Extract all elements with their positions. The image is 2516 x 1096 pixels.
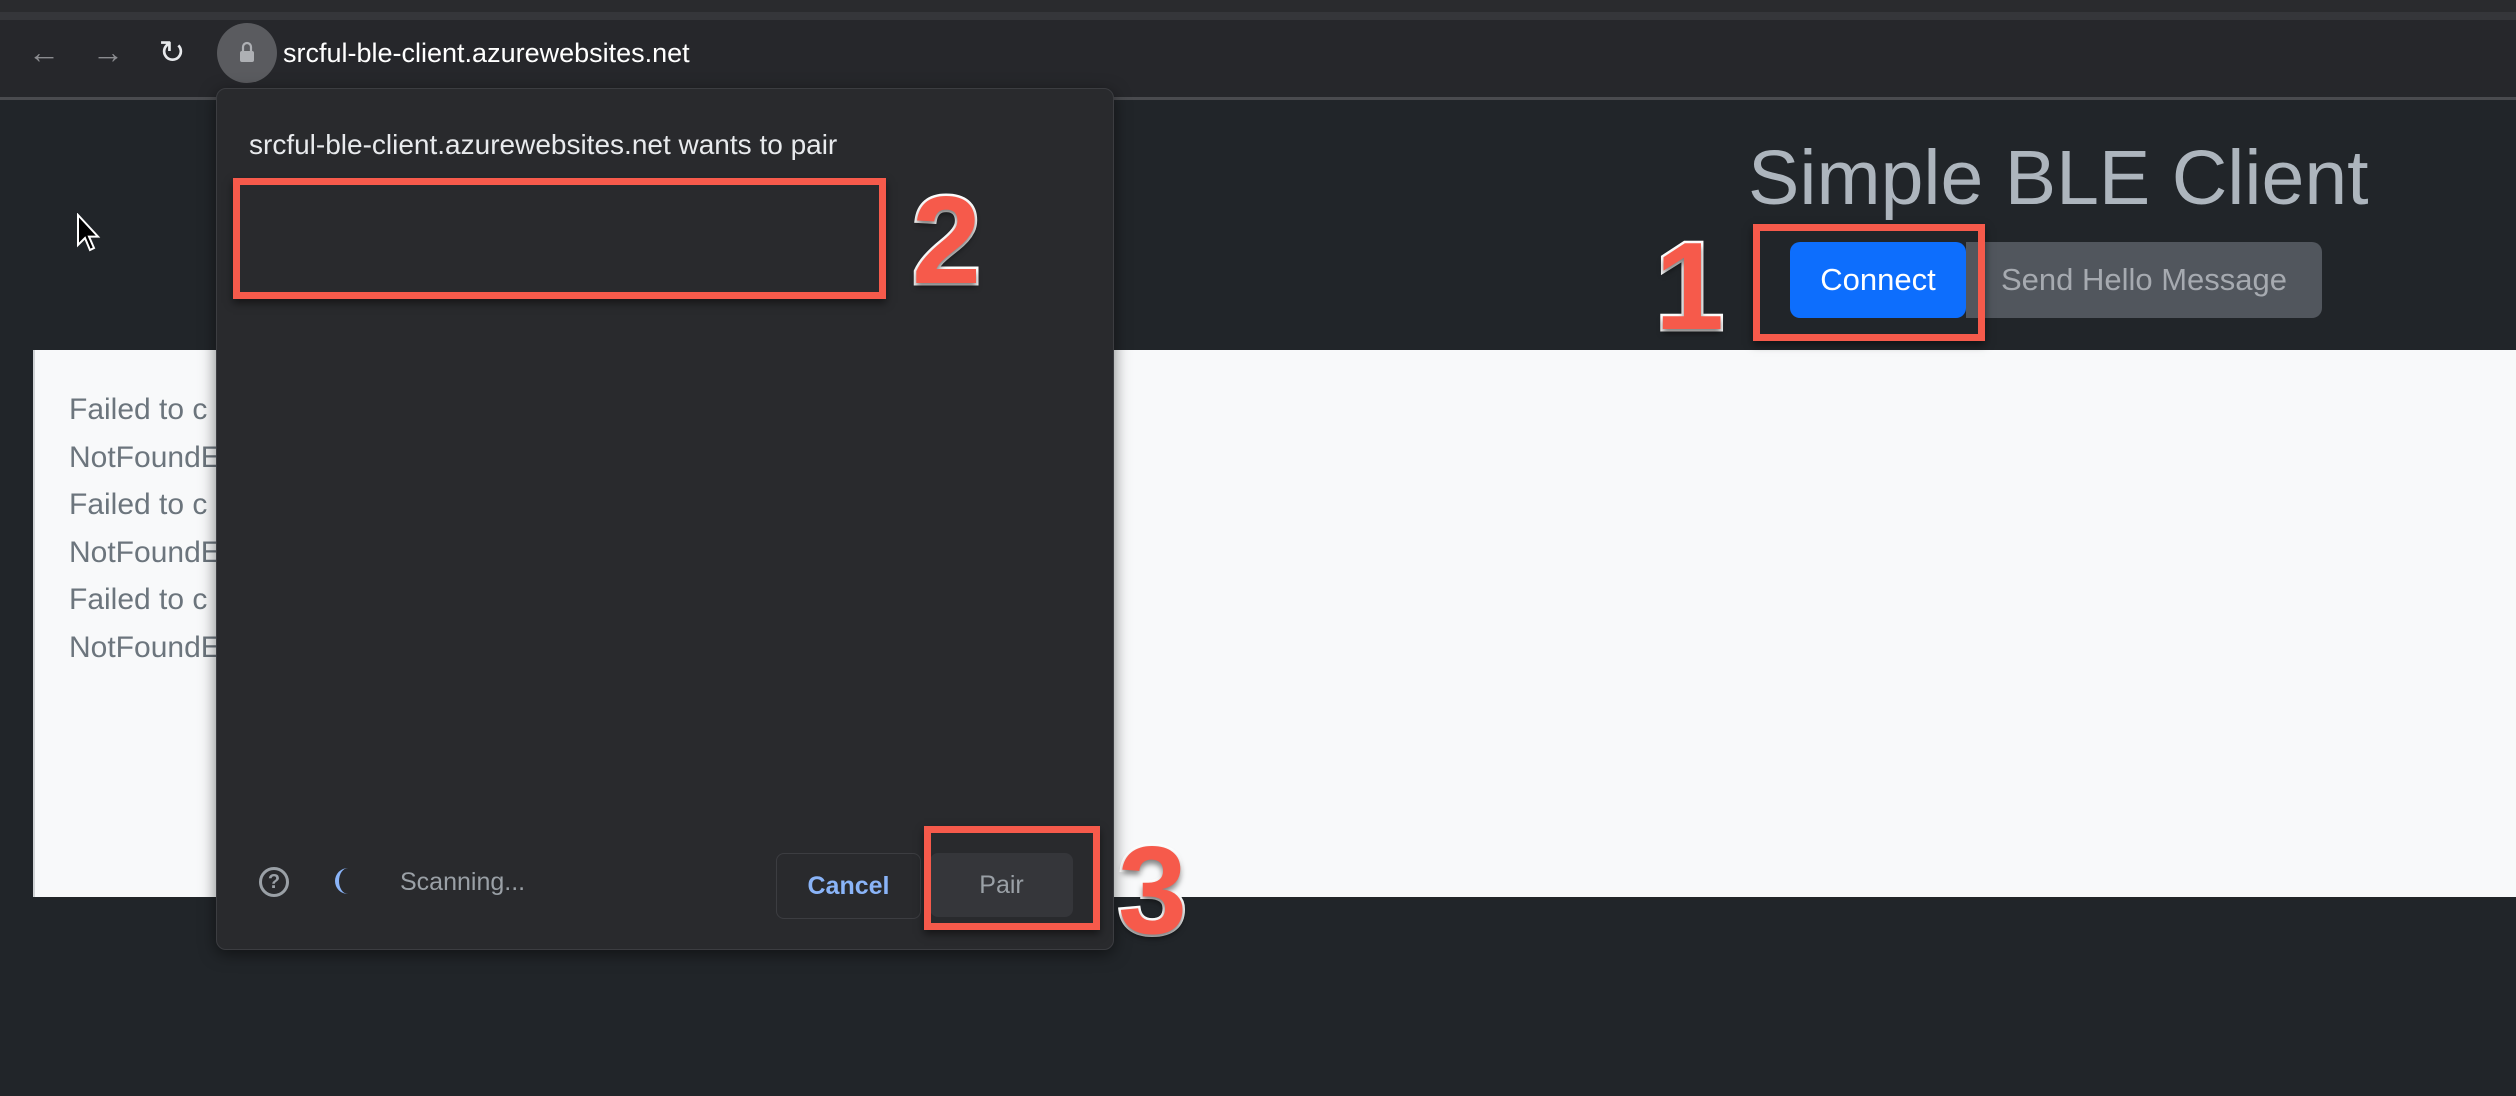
- step-1-label: 1: [1653, 218, 1727, 356]
- mouse-cursor-icon: [77, 213, 101, 252]
- scanning-spinner-icon: [335, 868, 361, 894]
- step-2-label: 2: [910, 172, 984, 310]
- help-icon[interactable]: ?: [259, 867, 289, 897]
- connect-highlight-box: [1753, 224, 1985, 341]
- page-title: Simple BLE Client: [1748, 135, 2369, 221]
- log-line: Failed to c: [69, 583, 208, 616]
- reload-icon[interactable]: ↻: [154, 34, 190, 70]
- dialog-title: srcful-ble-client.azurewebsites.net want…: [249, 129, 838, 160]
- lock-icon: [240, 41, 254, 62]
- scanning-status: Scanning...: [400, 868, 526, 896]
- log-line: Failed to c: [69, 488, 208, 521]
- forward-arrow-icon[interactable]: →: [90, 34, 126, 70]
- log-line: Failed to c: [69, 393, 208, 426]
- back-arrow-icon[interactable]: ←: [26, 34, 62, 70]
- window-top-strip: [0, 0, 2516, 12]
- log-line: NotFoundE: [69, 536, 221, 569]
- send-hello-message-button[interactable]: Send Hello Message: [1966, 242, 2322, 318]
- log-line: NotFoundE: [69, 441, 221, 474]
- step-3-label: 3: [1116, 822, 1190, 960]
- address-bar[interactable]: srcful-ble-client.azurewebsites.net: [283, 36, 690, 70]
- cancel-button[interactable]: Cancel: [776, 853, 921, 919]
- tab-band: [0, 12, 2516, 20]
- log-line: NotFoundE: [69, 631, 221, 664]
- pair-highlight-box: [924, 826, 1100, 930]
- device-list-highlight[interactable]: [233, 178, 886, 299]
